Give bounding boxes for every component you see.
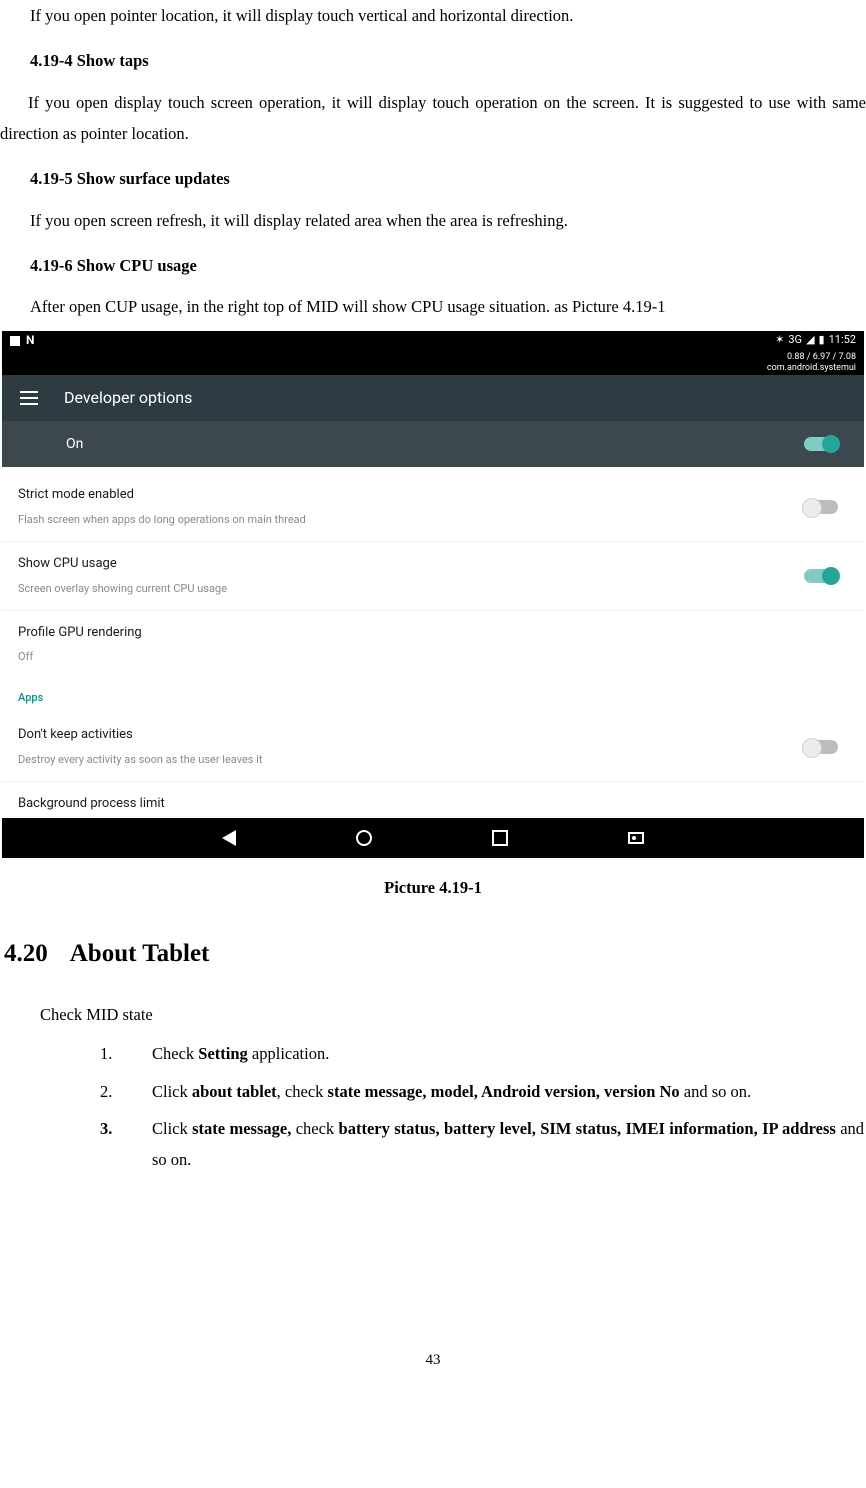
nav-screenshot-icon[interactable] xyxy=(628,832,644,844)
android-status-bar: N ✶ 3G ◢ ▮ 11:52 xyxy=(2,331,864,351)
android-n-icon: N xyxy=(26,329,34,352)
list-item: 2. Click about tablet, check state messa… xyxy=(100,1076,864,1107)
text: Check xyxy=(152,1044,198,1063)
nav-back-icon[interactable] xyxy=(222,830,236,846)
cpu-process-name: com.android.systemui xyxy=(2,363,856,374)
master-toggle-switch[interactable] xyxy=(804,437,838,451)
status-right-icons: ✶ 3G ◢ ▮ 11:52 xyxy=(775,330,856,351)
heading-4-19-6: 4.19-6 Show CPU usage xyxy=(2,250,864,281)
list-marker: 1. xyxy=(100,1038,152,1069)
list-item: 3. Click state message, check battery st… xyxy=(100,1113,864,1176)
paragraph: After open CUP usage, in the right top o… xyxy=(2,291,866,322)
text-bold: battery status, battery level, SIM statu… xyxy=(339,1119,836,1138)
setting-title: Profile GPU rendering xyxy=(18,621,142,646)
text-bold: Setting xyxy=(198,1044,248,1063)
setting-row-bg-process-limit[interactable]: Background process limit xyxy=(2,782,864,819)
hamburger-menu-icon[interactable] xyxy=(20,391,38,405)
gallery-icon xyxy=(10,336,20,346)
setting-description: Screen overlay showing current CPU usage xyxy=(18,579,227,600)
paragraph: If you open pointer location, it will di… xyxy=(2,0,864,31)
text: Click xyxy=(152,1119,192,1138)
text: check xyxy=(291,1119,338,1138)
cpu-load-values: 0.88 / 6.97 / 7.08 xyxy=(2,352,856,363)
text: , check xyxy=(277,1082,328,1101)
numbered-list: 1. Check Setting application. 2. Click a… xyxy=(100,1038,864,1175)
text: application. xyxy=(248,1044,330,1063)
setting-row-strict-mode[interactable]: Strict mode enabled Flash screen when ap… xyxy=(2,473,864,542)
apps-section-header: Apps xyxy=(2,678,864,713)
subheading: Check MID state xyxy=(40,999,864,1030)
list-item: 1. Check Setting application. xyxy=(100,1038,864,1069)
setting-description: Flash screen when apps do long operation… xyxy=(18,510,306,531)
setting-title: Don't keep activities xyxy=(18,723,262,748)
text-bold: state message, xyxy=(192,1119,291,1138)
heading-4-20: 4.20 About Tablet xyxy=(4,930,866,978)
list-marker: 3. xyxy=(100,1113,152,1176)
text: Click xyxy=(152,1082,192,1101)
heading-4-19-4: 4.19-4 Show taps xyxy=(2,45,864,76)
setting-row-show-cpu[interactable]: Show CPU usage Screen overlay showing cu… xyxy=(2,542,864,611)
list-marker: 2. xyxy=(100,1076,152,1107)
screen-title-bar: Developer options xyxy=(2,375,864,421)
setting-row-profile-gpu[interactable]: Profile GPU rendering Off xyxy=(2,611,864,679)
screen-title: Developer options xyxy=(64,383,192,413)
status-left-icons: N xyxy=(10,329,34,352)
cpu-usage-overlay: 0.88 / 6.97 / 7.08 com.android.systemui xyxy=(2,351,864,376)
battery-icon: ▮ xyxy=(819,330,825,351)
nav-recent-icon[interactable] xyxy=(492,830,508,846)
master-toggle-label: On xyxy=(66,431,83,458)
setting-row-dont-keep-activities[interactable]: Don't keep activities Destroy every acti… xyxy=(2,713,864,782)
paragraph: If you open screen refresh, it will disp… xyxy=(2,205,864,236)
setting-title: Show CPU usage xyxy=(18,552,227,577)
paragraph: If you open display touch screen operati… xyxy=(0,87,866,150)
signal-icon: ◢ xyxy=(806,330,814,351)
status-time: 11:52 xyxy=(829,330,856,351)
heading-title: About Tablet xyxy=(70,940,210,967)
settings-list: Strict mode enabled Flash screen when ap… xyxy=(2,467,864,818)
nav-home-icon[interactable] xyxy=(356,830,372,846)
bluetooth-icon: ✶ xyxy=(775,330,784,351)
text: and so on. xyxy=(680,1082,752,1101)
network-3g-label: 3G xyxy=(788,330,802,351)
toggle-switch[interactable] xyxy=(804,500,838,514)
setting-title: Strict mode enabled xyxy=(18,483,306,508)
text-bold: about tablet xyxy=(192,1082,277,1101)
setting-description: Off xyxy=(18,647,142,668)
page-number: 43 xyxy=(0,1346,866,1375)
figure-caption: Picture 4.19-1 xyxy=(0,872,866,903)
text-bold: state message, model, Android version, v… xyxy=(328,1082,680,1101)
heading-number: 4.20 xyxy=(4,940,48,967)
toggle-switch[interactable] xyxy=(804,569,838,583)
setting-title: Background process limit xyxy=(18,792,165,817)
heading-4-19-5: 4.19-5 Show surface updates xyxy=(2,163,864,194)
toggle-switch[interactable] xyxy=(804,740,838,754)
master-toggle-row[interactable]: On xyxy=(2,421,864,467)
figure-screenshot: N ✶ 3G ◢ ▮ 11:52 0.88 / 6.97 / 7.08 com.… xyxy=(2,331,864,858)
android-nav-bar xyxy=(2,818,864,858)
setting-description: Destroy every activity as soon as the us… xyxy=(18,750,262,771)
